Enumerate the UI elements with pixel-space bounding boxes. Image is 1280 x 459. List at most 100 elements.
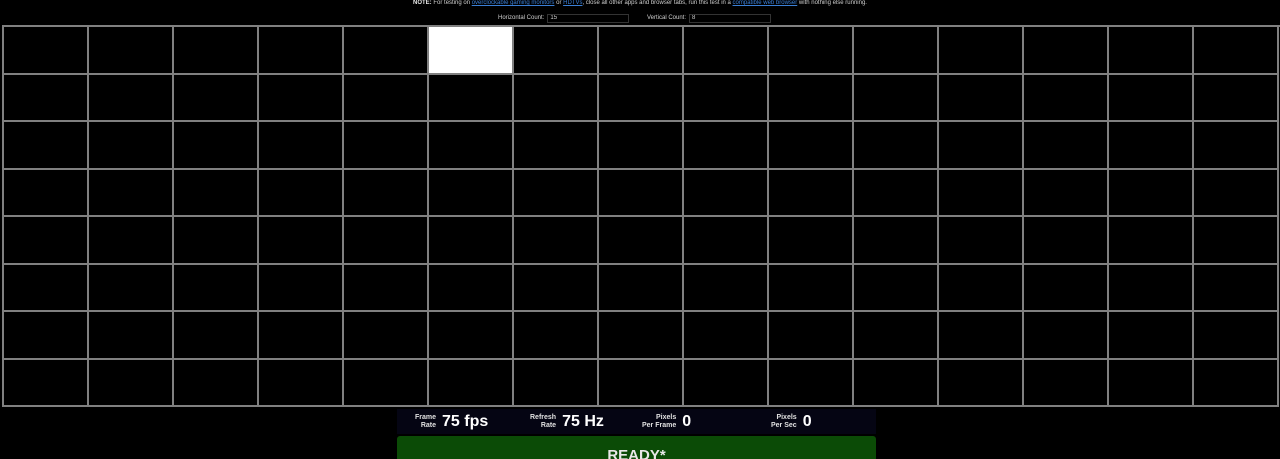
- grid-cell: [344, 217, 429, 265]
- refresh-rate-value: 75 Hz: [562, 412, 604, 430]
- grid-cell: [429, 359, 514, 407]
- grid-cell: [1109, 264, 1194, 312]
- note-text: For testing on: [431, 0, 472, 6]
- grid-cell: [259, 264, 344, 312]
- grid-cell: [939, 122, 1024, 170]
- grid-cell: [429, 217, 514, 265]
- grid-cell: [769, 359, 854, 407]
- grid-cell: [939, 27, 1024, 75]
- grid-cell: [514, 264, 599, 312]
- note-bar: NOTE: For testing on overclockable gamin…: [0, 0, 1280, 9]
- grid-cell: [1024, 217, 1109, 265]
- grid-cell: [1194, 264, 1279, 312]
- grid-cell: [89, 27, 174, 75]
- grid-cell-lit: [429, 27, 514, 75]
- grid-cell: [514, 217, 599, 265]
- grid-cell: [4, 264, 89, 312]
- grid-cell: [514, 74, 599, 122]
- grid-cell: [1194, 169, 1279, 217]
- grid-cell: [599, 169, 684, 217]
- grid-cell: [854, 169, 939, 217]
- grid-cell: [1194, 312, 1279, 360]
- status-banner: READY*: [397, 436, 876, 459]
- grid-cell: [4, 312, 89, 360]
- grid-cell: [854, 312, 939, 360]
- grid-cell: [429, 264, 514, 312]
- grid-cell: [259, 359, 344, 407]
- grid-cell: [4, 122, 89, 170]
- count-controls: Horizontal Count: Vertical Count:: [0, 12, 1280, 24]
- grid-cell: [599, 217, 684, 265]
- grid-cell: [1024, 74, 1109, 122]
- refresh-rate-label: Refresh Rate: [530, 414, 556, 430]
- grid-cell: [599, 359, 684, 407]
- grid-cell: [769, 169, 854, 217]
- grid-cell: [684, 74, 769, 122]
- vertical-count-input[interactable]: [689, 13, 772, 23]
- refresh-rate-stat: Refresh Rate 75 Hz: [530, 409, 604, 434]
- grid-cell: [599, 122, 684, 170]
- grid-cell: [344, 169, 429, 217]
- link-overclockable-monitors[interactable]: overclockable gaming monitors: [472, 0, 555, 6]
- grid-cell: [1194, 217, 1279, 265]
- pixels-per-sec-label-line: Pixels: [776, 413, 797, 421]
- grid-cell: [769, 27, 854, 75]
- frame-rate-stat: Frame Rate 75 fps: [415, 409, 488, 434]
- grid-cell: [1024, 169, 1109, 217]
- grid-cell: [89, 312, 174, 360]
- pixels-per-sec-label: Pixels Per Sec: [771, 414, 797, 430]
- grid-cell: [684, 122, 769, 170]
- refresh-rate-label-line: Rate: [540, 421, 557, 429]
- grid-cell: [854, 264, 939, 312]
- grid-cell: [259, 169, 344, 217]
- grid-cell: [344, 27, 429, 75]
- grid-cell: [514, 122, 599, 170]
- grid-cell: [89, 264, 174, 312]
- pixels-per-frame-value: 0: [682, 412, 692, 430]
- grid-cell: [1109, 27, 1194, 75]
- grid-cell: [684, 264, 769, 312]
- grid-cell: [344, 312, 429, 360]
- grid-cell: [939, 359, 1024, 407]
- grid-cell: [429, 169, 514, 217]
- grid-cell: [174, 312, 259, 360]
- grid-cell: [854, 27, 939, 75]
- frame-rate-label-line: Frame: [415, 413, 437, 421]
- grid-cell: [89, 359, 174, 407]
- pixels-per-sec-label-line: Per Sec: [771, 421, 797, 429]
- grid-cell: [429, 312, 514, 360]
- pixels-per-sec-value: 0: [802, 412, 812, 430]
- grid-cell: [1109, 217, 1194, 265]
- link-compatible-browser[interactable]: compatible web browser: [733, 0, 798, 6]
- grid-cell: [344, 122, 429, 170]
- grid-cell: [1024, 264, 1109, 312]
- grid-cell: [684, 217, 769, 265]
- grid-cell: [854, 122, 939, 170]
- grid-cell: [854, 74, 939, 122]
- grid-cell: [769, 264, 854, 312]
- refresh-rate-label-line: Refresh: [530, 413, 557, 421]
- grid-cell: [769, 74, 854, 122]
- grid-cell: [4, 74, 89, 122]
- horizontal-count-label: Horizontal Count:: [498, 15, 545, 21]
- grid-cell: [939, 217, 1024, 265]
- grid-cell: [259, 312, 344, 360]
- vertical-count-group: Vertical Count:: [647, 12, 772, 24]
- grid-cell: [174, 359, 259, 407]
- grid-cell: [344, 359, 429, 407]
- pixels-per-frame-label: Pixels Per Frame: [642, 414, 676, 430]
- pixels-per-frame-label-line: Per Frame: [642, 421, 677, 429]
- horizontal-count-input[interactable]: [547, 13, 630, 23]
- stats-bar: Frame Rate 75 fps Refresh Rate 75 Hz Pix…: [397, 409, 876, 434]
- grid-cell: [514, 359, 599, 407]
- grid-cell: [684, 27, 769, 75]
- grid-cell: [1109, 359, 1194, 407]
- grid-cell: [1194, 359, 1279, 407]
- link-hdtvs[interactable]: HDTVs: [563, 0, 582, 6]
- grid-cell: [4, 27, 89, 75]
- grid-cell: [89, 122, 174, 170]
- grid-cell: [4, 169, 89, 217]
- grid-cell: [174, 74, 259, 122]
- grid-cell: [1194, 74, 1279, 122]
- vertical-count-label: Vertical Count:: [647, 15, 687, 21]
